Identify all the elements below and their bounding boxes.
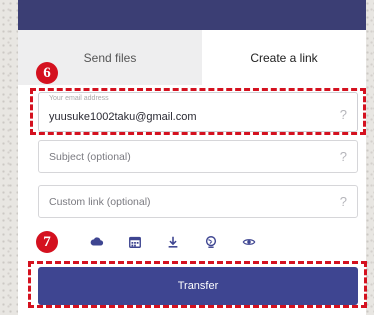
transfer-button[interactable]: Transfer — [38, 267, 358, 305]
custom-link-field[interactable]: Custom link (optional) ? — [38, 185, 358, 218]
help-icon[interactable]: ? — [340, 149, 347, 164]
globe-icon[interactable] — [202, 233, 220, 251]
cloud-icon[interactable] — [88, 233, 106, 251]
tab-create-link[interactable]: Create a link — [202, 30, 366, 85]
subject-placeholder: Subject (optional) — [49, 151, 131, 163]
subject-field[interactable]: Subject (optional) ? — [38, 140, 358, 173]
email-field[interactable]: Your email address yuusuke1002taku@gmail… — [38, 92, 358, 132]
tab-send-files-label: Send files — [83, 50, 137, 65]
calendar-icon[interactable] — [126, 233, 144, 251]
help-icon[interactable]: ? — [340, 107, 347, 122]
step-6-badge: 6 — [36, 62, 58, 84]
tab-create-link-label: Create a link — [250, 50, 318, 65]
transfer-panel: Send files Create a link Your email addr… — [18, 30, 366, 315]
step-7-badge: 7 — [36, 231, 58, 253]
email-value: yuusuke1002taku@gmail.com — [49, 111, 197, 123]
help-icon[interactable]: ? — [340, 194, 347, 209]
eye-icon[interactable] — [240, 233, 258, 251]
options-toolbar — [88, 231, 288, 253]
download-icon[interactable] — [164, 233, 182, 251]
email-field-label: Your email address — [49, 95, 109, 102]
header-bar — [18, 0, 366, 30]
custom-link-placeholder: Custom link (optional) — [49, 196, 151, 208]
